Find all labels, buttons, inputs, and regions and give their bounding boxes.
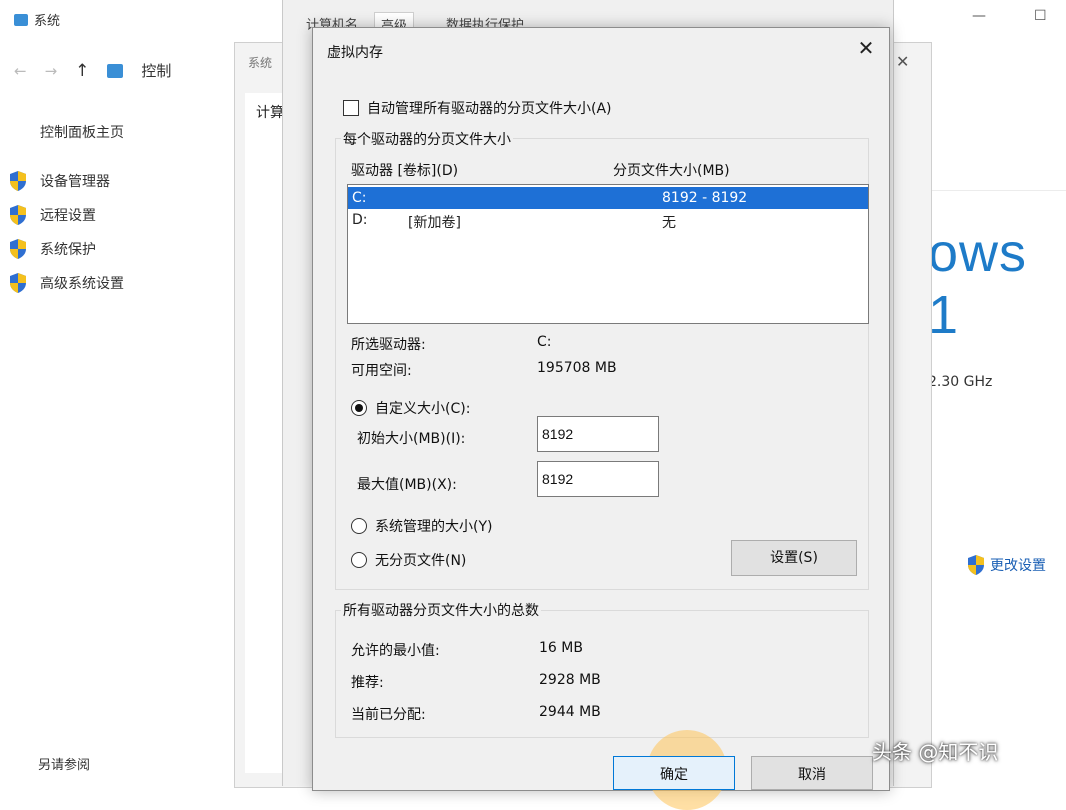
max-size-input[interactable] xyxy=(537,461,659,497)
auto-manage-checkbox[interactable] xyxy=(343,100,359,116)
drive-volume-label: [新加卷] xyxy=(408,215,461,231)
sidebar-item-advanced-settings[interactable]: 高级系统设置 xyxy=(8,272,124,294)
totals-group-label: 所有驱动器分页文件大小的总数 xyxy=(341,600,541,620)
drive-letter: D: xyxy=(352,212,368,228)
auto-manage-row[interactable]: 自动管理所有驱动器的分页文件大小(A) xyxy=(343,98,612,118)
no-paging-radio[interactable] xyxy=(351,552,367,568)
drive-row-d[interactable]: D: [新加卷] 无 xyxy=(348,209,868,231)
drive-letter: C: xyxy=(352,190,367,206)
drive-list[interactable]: C: 8192 - 8192 D: [新加卷] 无 xyxy=(347,184,869,324)
shield-icon xyxy=(968,555,984,575)
system-window-title: 系统 xyxy=(14,10,60,29)
mid-window-title: 系统 xyxy=(248,56,273,70)
recommended-value: 2928 MB xyxy=(539,672,601,688)
min-allowed-label: 允许的最小值: xyxy=(351,643,440,659)
up-arrow-icon[interactable]: ↑ xyxy=(75,61,89,81)
processor-speed: 2.30 GHz xyxy=(928,374,993,390)
recommended-label: 推荐: xyxy=(351,675,384,691)
drive-page-size: 8192 - 8192 xyxy=(662,190,748,206)
min-allowed-value: 16 MB xyxy=(539,640,583,656)
minimize-button[interactable]: — xyxy=(972,8,986,24)
shield-icon xyxy=(10,273,26,293)
max-size-label: 最大值(MB)(X): xyxy=(357,477,457,493)
no-paging-option[interactable]: 无分页文件(N) xyxy=(351,550,466,570)
system-icon xyxy=(14,13,28,26)
free-space-value: 195708 MB xyxy=(537,360,617,376)
forward-arrow-icon[interactable]: → xyxy=(45,62,58,80)
mid-window-tab[interactable]: 计算 xyxy=(256,102,284,122)
see-also-heading: 另请参阅 xyxy=(38,758,91,773)
dialog-title: 虚拟内存 xyxy=(327,45,383,61)
sidebar-item-device-manager[interactable]: 设备管理器 xyxy=(8,170,110,192)
sidebar-item-system-protection[interactable]: 系统保护 xyxy=(8,238,96,260)
system-managed-radio[interactable] xyxy=(351,518,367,534)
custom-size-option[interactable]: 自定义大小(C): xyxy=(351,398,470,418)
current-allocated-value: 2944 MB xyxy=(539,704,601,720)
initial-size-input[interactable] xyxy=(537,416,659,452)
back-arrow-icon[interactable]: ← xyxy=(14,62,27,80)
sidebar-item-remote-settings[interactable]: 远程设置 xyxy=(8,204,96,226)
shield-icon xyxy=(10,171,26,191)
current-allocated-label: 当前已分配: xyxy=(351,707,426,723)
selected-drive-value: C: xyxy=(537,334,552,350)
computer-icon xyxy=(107,63,124,78)
column-header-drive: 驱动器 [卷标](D) xyxy=(351,163,459,179)
drive-page-size: 无 xyxy=(662,215,676,231)
initial-size-label: 初始大小(MB)(I): xyxy=(357,431,466,447)
close-icon[interactable]: ✕ xyxy=(853,36,879,60)
windows-brand-text: ows 1 xyxy=(928,223,1028,345)
custom-size-radio[interactable] xyxy=(351,400,367,416)
cancel-button[interactable]: 取消 xyxy=(751,756,873,790)
control-panel-home-link[interactable]: 控制面板主页 xyxy=(40,122,124,142)
system-title-text: 系统 xyxy=(34,14,61,29)
change-settings-link[interactable]: 更改设置 xyxy=(966,554,1046,576)
selected-drive-label: 所选驱动器: xyxy=(351,337,426,353)
system-managed-option[interactable]: 系统管理的大小(Y) xyxy=(351,516,492,536)
mid-window-close-icon[interactable]: ✕ xyxy=(896,52,909,71)
auto-manage-label: 自动管理所有驱动器的分页文件大小(A) xyxy=(367,101,612,117)
ok-button[interactable]: 确定 xyxy=(613,756,735,790)
watermark-text: 头条 @知不识 xyxy=(872,740,999,764)
shield-icon xyxy=(10,239,26,259)
virtual-memory-dialog: 虚拟内存 ✕ 自动管理所有驱动器的分页文件大小(A) 每个驱动器的分页文件大小 … xyxy=(312,27,890,810)
shield-icon xyxy=(10,205,26,225)
maximize-button[interactable]: ☐ xyxy=(1034,8,1047,24)
set-button[interactable]: 设置(S) xyxy=(731,540,857,576)
navigation-bar: ← → ↑ 控制 xyxy=(14,60,171,81)
column-header-size: 分页文件大小(MB) xyxy=(613,163,730,179)
drive-row-c[interactable]: C: 8192 - 8192 xyxy=(348,187,868,209)
breadcrumb[interactable]: 控制 xyxy=(141,60,171,81)
settings-pane xyxy=(245,93,286,773)
per-drive-group-label: 每个驱动器的分页文件大小 xyxy=(341,129,513,149)
free-space-label: 可用空间: xyxy=(351,363,412,379)
